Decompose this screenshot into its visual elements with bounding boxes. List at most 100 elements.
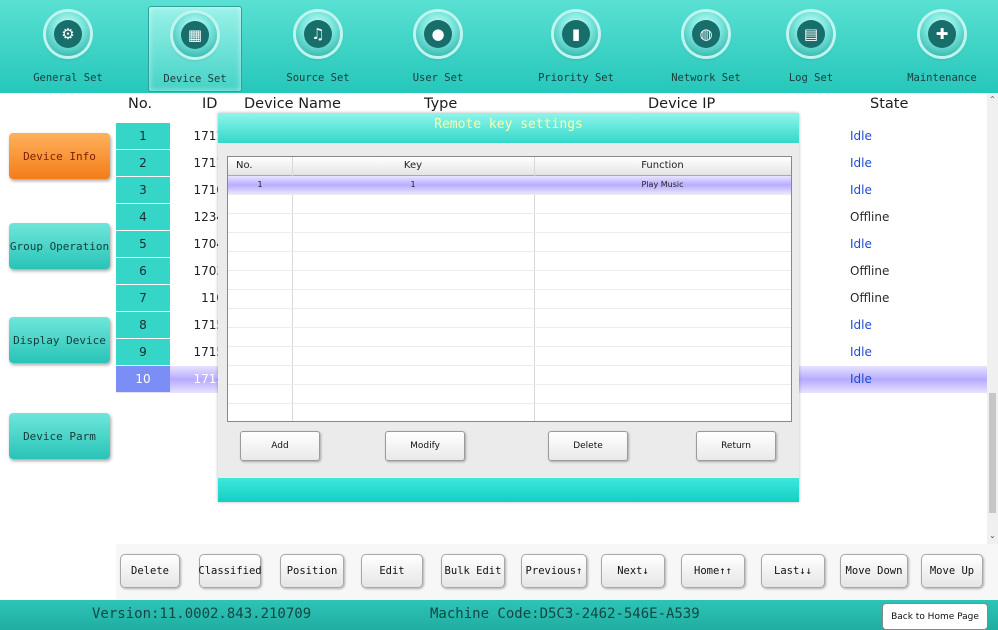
sidebar-item-label: Group Operation	[9, 239, 110, 253]
row-state: Idle	[850, 129, 872, 143]
nav-label: Log Set	[788, 72, 834, 84]
row-state: Idle	[850, 318, 872, 332]
grid-row-empty[interactable]	[228, 309, 791, 328]
nav-general-set[interactable]: ⚙ General Set	[20, 6, 116, 90]
sidebar-item-label: Device Parm	[23, 429, 96, 443]
sidebar-item-device-info[interactable]: Device Info	[9, 133, 110, 179]
machine-code-text: Machine Code:D5C3-2462-546E-A539	[430, 606, 700, 622]
table-vertical-scrollbar[interactable]: ⌃ ⌄	[987, 93, 998, 544]
row-id: 1715	[193, 345, 224, 359]
sidebar-item-group-operation[interactable]: Group Operation	[9, 223, 110, 269]
col-header-type: Type	[424, 96, 458, 112]
row-id: 1704	[193, 237, 224, 251]
remote-key-grid: No. Key Function 1 1 Play Music	[227, 156, 792, 422]
back-to-home-button[interactable]: Back to Home Page	[882, 603, 988, 630]
bottom-action-bar: Delete Classified Position Edit Bulk Edi…	[116, 544, 998, 600]
grid-row-empty[interactable]	[228, 328, 791, 347]
nav-maintenance[interactable]: ✚ Maintenance	[894, 6, 990, 90]
grid-header-no: No.	[228, 157, 292, 176]
row-id: 1703	[193, 264, 224, 278]
sidebar-item-display-device[interactable]: Display Device	[9, 317, 110, 363]
scroll-down-icon[interactable]: ⌄	[987, 531, 998, 540]
user-icon: ●	[416, 12, 460, 56]
add-button[interactable]: Add	[240, 431, 320, 461]
row-id: 110	[201, 291, 224, 305]
grid-cell-no: 1	[257, 180, 263, 189]
position-button[interactable]: Position	[280, 554, 344, 588]
grid-header-label: Function	[641, 160, 684, 171]
nav-label: Maintenance	[907, 72, 977, 84]
row-number: 9	[116, 339, 170, 365]
move-down-button[interactable]: Move Down	[840, 554, 908, 588]
row-number: 2	[116, 150, 170, 176]
gear-icon: ⚙	[46, 12, 90, 56]
last-button[interactable]: Last↓↓	[761, 554, 825, 588]
version-text: Version:11.0002.843.210709	[92, 606, 312, 622]
nav-label: Device Set	[163, 73, 227, 85]
bar-chart-icon: ▮	[554, 12, 598, 56]
row-number: 10	[116, 366, 170, 392]
home-button[interactable]: Home↑↑	[681, 554, 745, 588]
row-state: Offline	[850, 210, 890, 224]
dialog-title-bar: Remote key settings	[218, 113, 799, 143]
grid-row-empty[interactable]	[228, 366, 791, 385]
grid-row-empty[interactable]	[228, 233, 791, 252]
dialog-delete-button[interactable]: Delete	[548, 431, 628, 461]
grid-header-label: No.	[236, 160, 253, 171]
previous-button[interactable]: Previous↑	[521, 554, 587, 588]
nav-network-set[interactable]: ◍ Network Set	[656, 6, 756, 90]
nav-label: Priority Set	[538, 72, 614, 84]
nav-label: Source Set	[286, 72, 350, 84]
grid-row-empty[interactable]	[228, 290, 791, 309]
nav-label: General Set	[33, 72, 103, 84]
nav-label: User Set	[412, 72, 464, 84]
nav-priority-set[interactable]: ▮ Priority Set	[520, 6, 632, 90]
row-id: 1715	[193, 372, 224, 386]
grid-row-empty[interactable]	[228, 347, 791, 366]
row-number: 6	[116, 258, 170, 284]
scrollbar-thumb[interactable]	[989, 393, 996, 513]
col-header-device-name: Device Name	[244, 96, 341, 112]
col-header-id: ID	[202, 96, 218, 112]
row-state: Offline	[850, 291, 890, 305]
return-button[interactable]: Return	[696, 431, 776, 461]
grid-row-empty[interactable]	[228, 214, 791, 233]
grid-header-function: Function	[534, 157, 791, 176]
row-state: Offline	[850, 264, 890, 278]
modify-button[interactable]: Modify	[385, 431, 465, 461]
next-button[interactable]: Next↓	[601, 554, 665, 588]
row-state: Idle	[850, 372, 872, 386]
nav-source-set[interactable]: ♫ Source Set	[270, 6, 366, 90]
row-id: 1711	[193, 156, 224, 170]
dialog-footer-bar	[218, 478, 799, 502]
nav-label: Network Set	[671, 72, 741, 84]
edit-button[interactable]: Edit	[361, 554, 423, 588]
sidebar-item-label: Display Device	[13, 333, 106, 347]
row-id: 1710	[193, 183, 224, 197]
classified-button[interactable]: Classified	[198, 554, 262, 588]
grid-row-empty[interactable]	[228, 385, 791, 404]
bulk-edit-button[interactable]: Bulk Edit	[441, 554, 505, 588]
col-header-device-ip: Device IP	[648, 96, 716, 112]
nav-user-set[interactable]: ● User Set	[390, 6, 486, 90]
row-id: 1711	[193, 129, 224, 143]
remote-key-settings-dialog: Remote key settings No. Key Function 1 1…	[218, 113, 799, 502]
nav-log-set[interactable]: ▤ Log Set	[768, 6, 854, 90]
grid-row-selected[interactable]: 1 1 Play Music	[228, 176, 791, 195]
globe-icon: ◍	[684, 12, 728, 56]
nav-device-set[interactable]: ▦ Device Set	[148, 6, 242, 92]
row-number: 3	[116, 177, 170, 203]
delete-button[interactable]: Delete	[120, 554, 180, 588]
sidebar-item-device-parm[interactable]: Device Parm	[9, 413, 110, 459]
sidebar-item-label: Device Info	[23, 149, 96, 163]
grid-row-empty[interactable]	[228, 271, 791, 290]
row-state: Idle	[850, 183, 872, 197]
row-state: Idle	[850, 156, 872, 170]
row-id: 1715	[193, 318, 224, 332]
scroll-up-icon[interactable]: ⌃	[987, 95, 998, 104]
calendar-icon: ▤	[789, 12, 833, 56]
move-up-button[interactable]: Move Up	[921, 554, 983, 588]
row-state: Idle	[850, 345, 872, 359]
grid-row-empty[interactable]	[228, 195, 791, 214]
grid-row-empty[interactable]	[228, 252, 791, 271]
